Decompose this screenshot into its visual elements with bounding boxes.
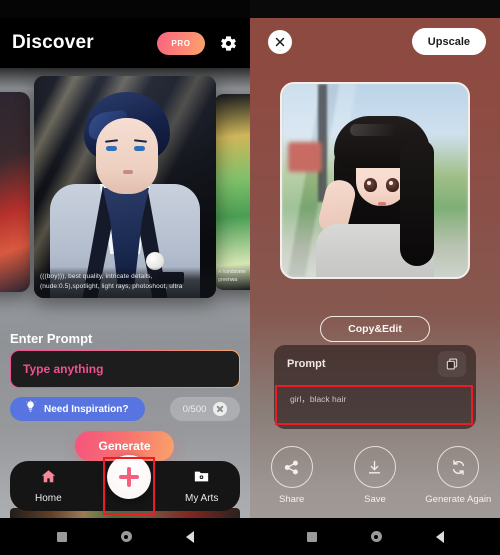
artwork-eye-left [106,146,117,151]
artwork-face [96,118,158,194]
dual-screenshot-comparison: Discover PRO A handsome greenwa (((boy))… [0,0,500,555]
discover-screen: Discover PRO A handsome greenwa (((boy))… [0,0,250,555]
carousel-card-next[interactable]: A handsome greenwa [214,94,250,290]
share-icon [270,446,313,488]
close-circle-icon[interactable] [213,402,228,416]
result-image-red-blur [288,142,322,172]
refresh-icon [437,446,480,488]
lightbulb-icon [24,400,37,418]
folder-icon [193,468,210,490]
artwork-brow-left [104,139,119,143]
share-button[interactable]: Share [250,446,333,506]
circle-icon[interactable] [370,531,382,542]
char-counter-pill: 0/500 [170,397,240,421]
need-inspiration-button[interactable]: Need Inspiration? [10,397,145,421]
generate-again-button[interactable]: Generate Again [417,446,500,506]
carousel-card-active[interactable]: (((boy))), best quality, intricate detai… [34,76,216,298]
prompt-input-placeholder: Type anything [23,362,104,376]
carousel-card-caption: (((boy))), best quality, intricate detai… [34,267,216,298]
save-button[interactable]: Save [333,446,416,506]
generate-again-label: Generate Again [425,494,492,505]
copy-icon[interactable] [438,351,466,377]
back-chevron-icon[interactable] [185,530,194,543]
prompt-value-text: girl，black hair [290,394,347,404]
result-image[interactable] [280,82,470,279]
android-navbar-left [0,518,250,555]
back-chevron-icon[interactable] [435,530,444,543]
status-bar [0,0,250,18]
copy-edit-label: Copy&Edit [348,323,402,335]
prompt-card: Prompt girl，black hair [274,345,476,429]
enter-prompt-label: Enter Prompt [10,331,93,346]
artwork-brow-right [133,139,148,143]
carousel-card-next-caption: A handsome greenwa [218,269,246,283]
upscale-button[interactable]: Upscale [411,28,486,55]
copy-edit-button[interactable]: Copy&Edit [320,316,430,342]
close-icon[interactable] [268,30,292,54]
prompt-value-field[interactable]: girl，black hair [282,387,468,421]
pro-badge-button[interactable]: PRO [157,31,205,55]
status-bar-right [250,0,500,18]
result-mouth [378,202,386,206]
char-counter-text: 0/500 [182,403,207,415]
home-icon [40,468,57,490]
result-actions: Share Save Generate Again [250,446,500,506]
add-button-fab[interactable] [107,455,151,499]
need-inspiration-label: Need Inspiration? [44,403,129,415]
artwork-mouth [123,170,133,174]
result-eye-right [386,178,399,192]
sidebar-item-my-arts[interactable]: My Arts [163,468,240,504]
sidebar-item-home-label: Home [34,493,62,504]
app-header: Discover PRO [0,18,250,68]
artwork-eye-right [134,146,145,151]
upscale-button-label: Upscale [427,35,470,48]
result-screen: Upscale Copy&Edit Prompt girl，black hair… [250,0,500,555]
page-title: Discover [12,32,94,53]
card-artwork [34,76,216,298]
gear-icon[interactable] [219,34,238,53]
prompt-card-title: Prompt [287,358,326,370]
generate-button-label: Generate [98,439,151,453]
circle-icon[interactable] [120,531,132,542]
share-label: Share [278,494,305,505]
android-navbar-right [250,518,500,555]
sidebar-item-my-arts-label: My Arts [185,493,219,504]
prompt-input[interactable]: Type anything [10,350,240,388]
discover-carousel[interactable]: A handsome greenwa (((boy))), best quali… [0,68,250,298]
download-icon [353,446,396,488]
result-eye-left [364,178,377,192]
pro-badge-label: PRO [171,38,191,48]
sidebar-item-home[interactable]: Home [10,468,87,504]
carousel-card-previous[interactable] [0,92,30,292]
square-icon[interactable] [306,531,317,542]
save-label: Save [364,494,386,505]
result-hair-front [400,140,434,266]
square-icon[interactable] [56,531,67,542]
